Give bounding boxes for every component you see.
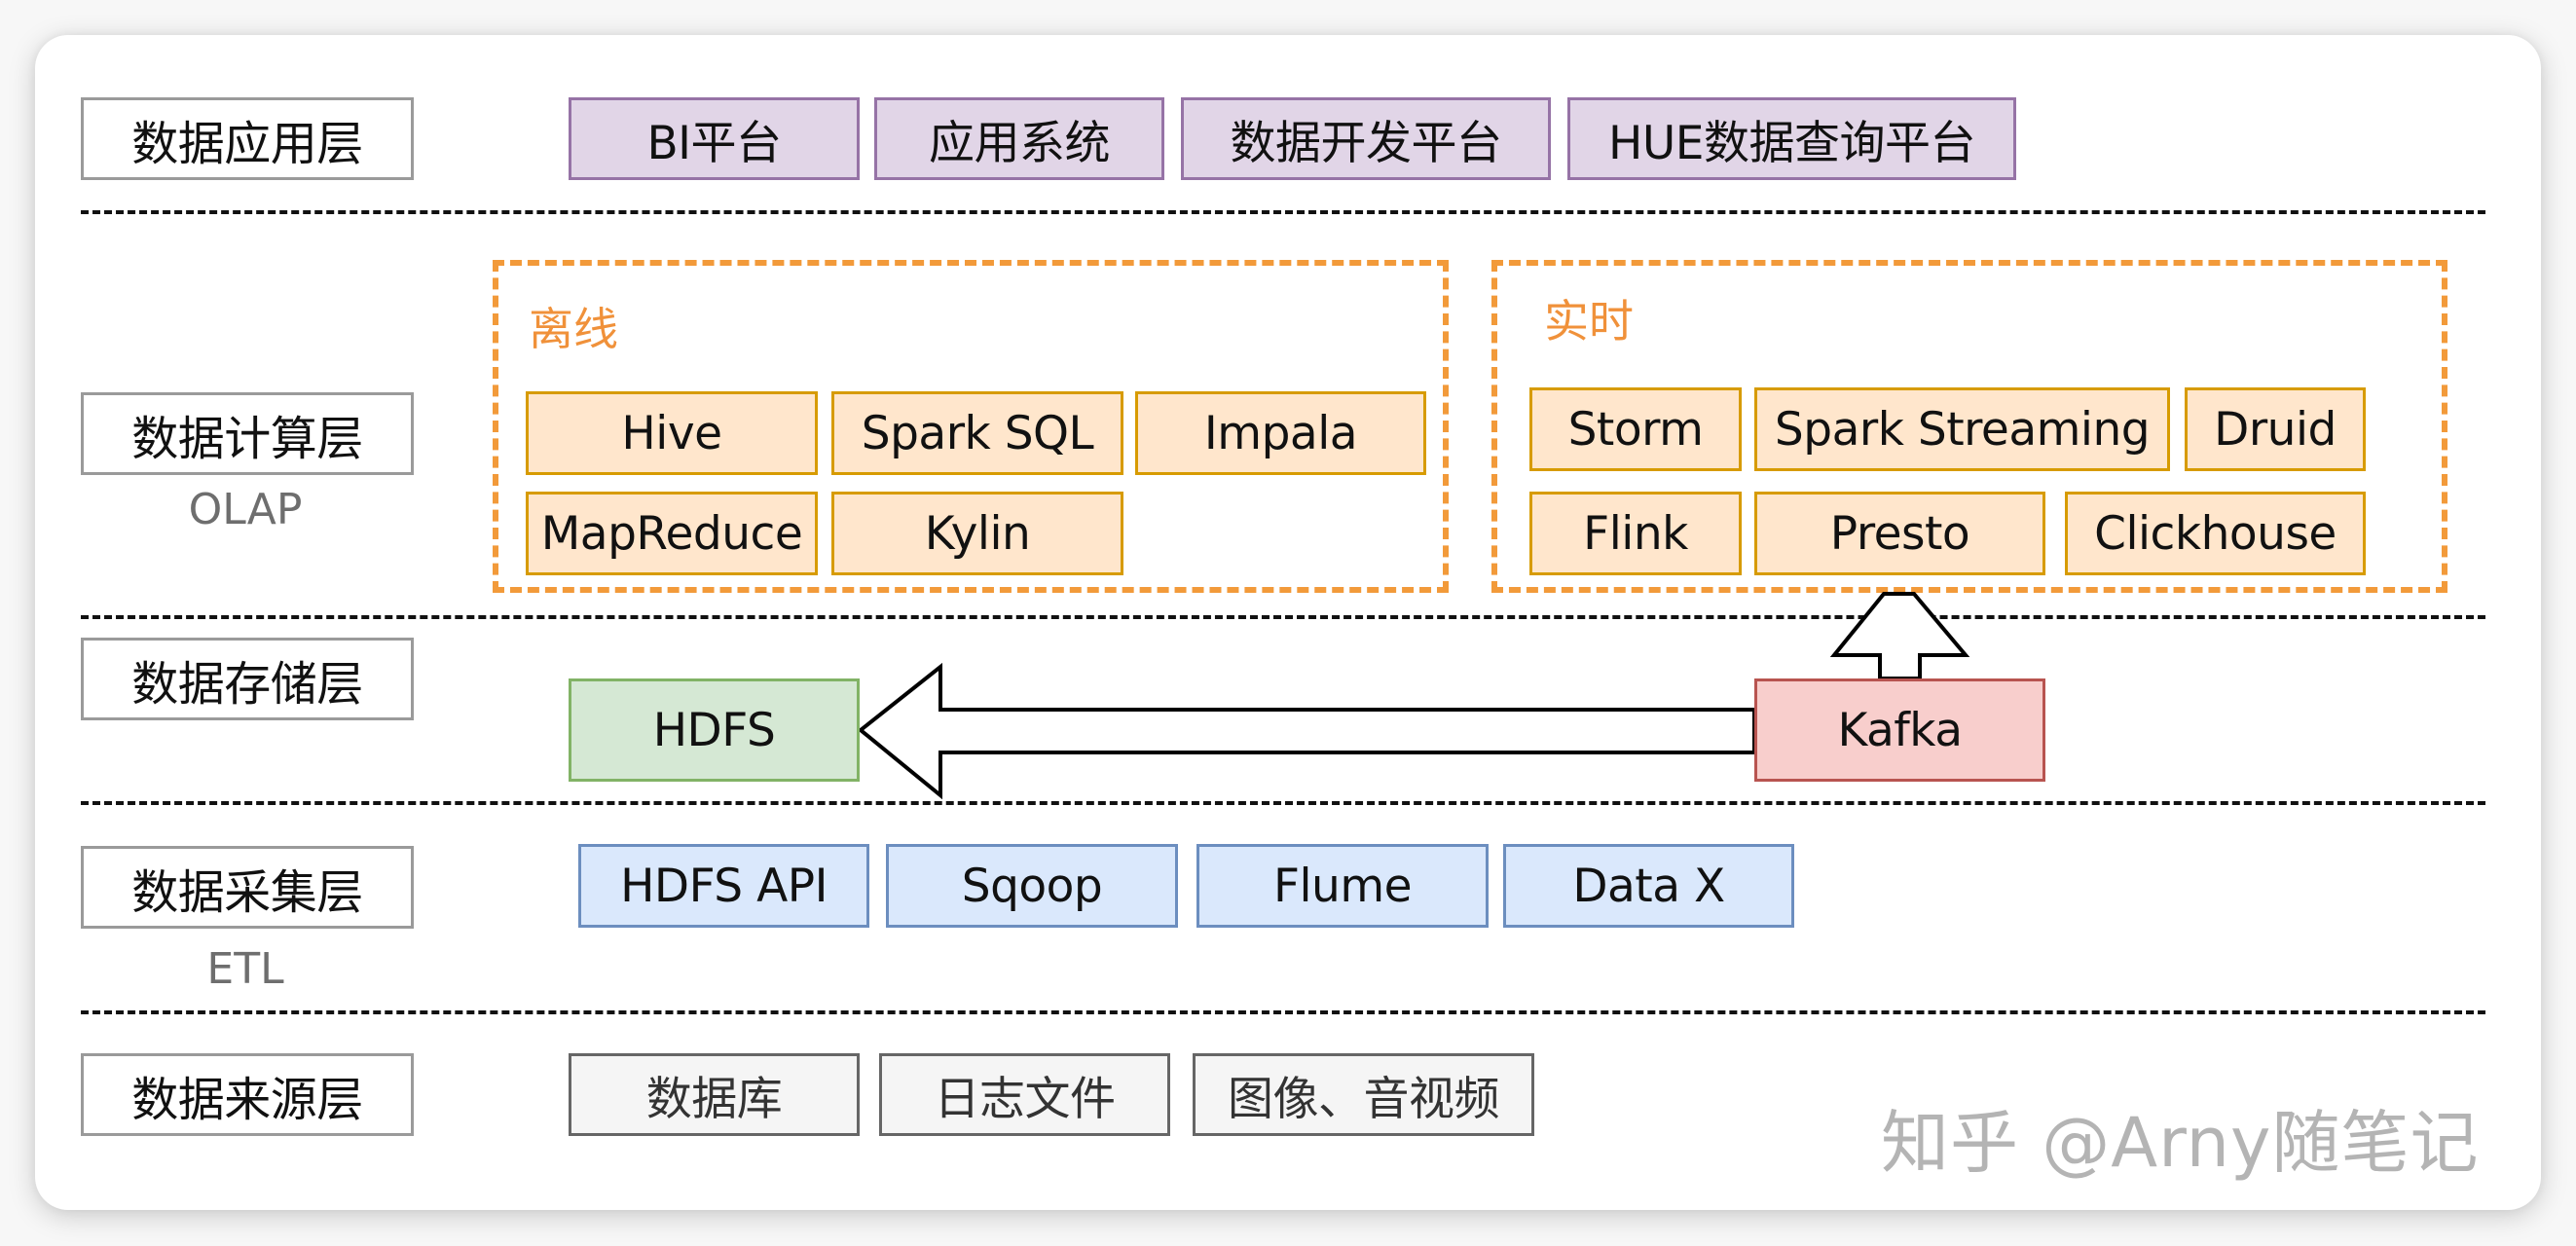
collect-item-hdfs-api[interactable]: HDFS API — [578, 844, 869, 928]
arrow-kafka-to-hdfs — [857, 662, 1756, 800]
layer-divider — [81, 1010, 2485, 1014]
layer-label-source: 数据来源层 — [81, 1053, 414, 1136]
source-item-database[interactable]: 数据库 — [569, 1053, 860, 1136]
watermark: 知乎 @Arny随笔记 — [1881, 1103, 2480, 1183]
layer-sublabel-etl: ETL — [206, 944, 284, 994]
storage-item-kafka[interactable]: Kafka — [1754, 678, 2045, 782]
arrow-kafka-to-realtime — [1829, 592, 1970, 680]
layer-divider — [81, 801, 2485, 805]
source-item-log-files[interactable]: 日志文件 — [879, 1053, 1170, 1136]
collect-item-datax[interactable]: Data X — [1503, 844, 1794, 928]
source-item-media[interactable]: 图像、音视频 — [1193, 1053, 1534, 1136]
storage-item-hdfs[interactable]: HDFS — [569, 678, 860, 782]
layer-label-collection: 数据采集层 — [81, 846, 414, 929]
collect-item-flume[interactable]: Flume — [1196, 844, 1489, 928]
collect-item-sqoop[interactable]: Sqoop — [886, 844, 1178, 928]
